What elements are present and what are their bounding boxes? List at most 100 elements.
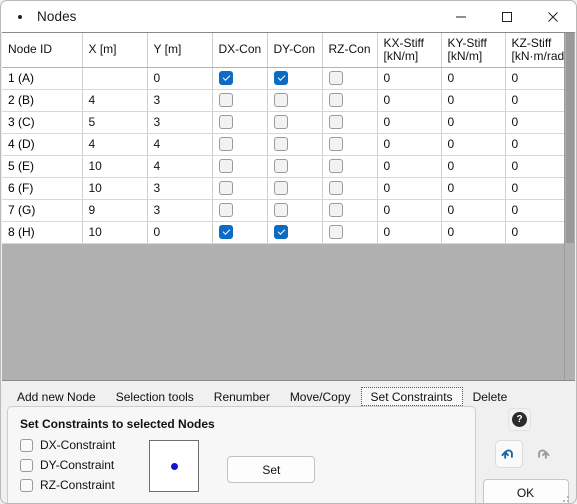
checkbox-unchecked-icon[interactable] [328,93,343,108]
row-kz-stiff-cell[interactable]: 0 [505,177,570,200]
row-dx-con-cell[interactable] [212,67,268,90]
minimize-icon[interactable] [438,1,484,32]
row-node-id[interactable]: 7 (G) [2,199,83,222]
checkbox-unchecked-icon[interactable] [218,181,233,196]
close-icon[interactable] [530,1,576,32]
row-x-cell[interactable]: 10 [82,155,148,178]
row-x-cell[interactable]: 9 [82,199,148,222]
checkbox-unchecked-icon[interactable] [218,93,233,108]
row-node-id[interactable]: 5 (E) [2,155,83,178]
row-rz-con-cell[interactable] [322,177,378,200]
table-row[interactable]: 6 (F) 10 3 0 0 0 [2,177,570,200]
row-y-cell[interactable]: 3 [147,177,213,200]
checkbox-unchecked-icon[interactable] [20,458,33,472]
checkbox-unchecked-icon[interactable] [328,225,343,240]
checkbox-unchecked-icon[interactable] [273,137,288,152]
checkbox-unchecked-icon[interactable] [218,159,233,174]
checkbox-checked-icon[interactable] [273,71,288,86]
row-y-cell[interactable]: 0 [147,221,213,244]
checkbox-unchecked-icon[interactable] [328,137,343,152]
row-dx-con-cell[interactable] [212,133,268,156]
row-rz-con-cell[interactable] [322,133,378,156]
row-kx-stiff-cell[interactable]: 0 [377,89,442,112]
column-header-kx-stiff[interactable]: KX-Stiff [kN/m] [377,33,442,68]
tab-selection-tools[interactable]: Selection tools [105,387,204,406]
checkbox-unchecked-icon[interactable] [20,478,33,492]
row-x-cell[interactable]: 5 [82,111,148,134]
undo-button[interactable] [494,440,523,468]
row-dx-con-cell[interactable] [212,89,268,112]
row-rz-con-cell[interactable] [322,221,378,244]
row-rz-con-cell[interactable] [322,155,378,178]
row-kx-stiff-cell[interactable]: 0 [377,155,442,178]
row-kz-stiff-cell[interactable]: 0 [505,133,570,156]
column-header-ky-stiff[interactable]: KY-Stiff [kN/m] [441,33,506,68]
row-kx-stiff-cell[interactable]: 0 [377,221,442,244]
constraint-option[interactable]: DY-Constraint [20,458,115,472]
row-dx-con-cell[interactable] [212,199,268,222]
row-node-id[interactable]: 4 (D) [2,133,83,156]
scrollbar-thumb[interactable] [566,33,574,243]
checkbox-unchecked-icon[interactable] [328,115,343,130]
row-rz-con-cell[interactable] [322,67,378,90]
row-kz-stiff-cell[interactable]: 0 [505,221,570,244]
tab-renumber[interactable]: Renumber [203,387,280,406]
row-x-cell[interactable]: 10 [82,177,148,200]
checkbox-unchecked-icon[interactable] [273,203,288,218]
checkbox-unchecked-icon[interactable] [328,159,343,174]
checkbox-checked-icon[interactable] [273,225,288,240]
checkbox-unchecked-icon[interactable] [273,181,288,196]
row-node-id[interactable]: 3 (C) [2,111,83,134]
row-kx-stiff-cell[interactable]: 0 [377,177,442,200]
row-kx-stiff-cell[interactable]: 0 [377,199,442,222]
row-y-cell[interactable]: 3 [147,89,213,112]
table-row[interactable]: 1 (A) 4 0 0 0 0 [2,67,570,90]
table-row[interactable]: 7 (G) 9 3 0 0 0 [2,199,570,222]
checkbox-unchecked-icon[interactable] [273,115,288,130]
row-node-id[interactable]: 8 (H) [2,221,83,244]
redo-button[interactable] [528,440,557,468]
row-dy-con-cell[interactable] [267,155,323,178]
checkbox-unchecked-icon[interactable] [218,137,233,152]
row-x-cell[interactable]: 10 [82,221,148,244]
help-button[interactable]: ? [508,408,531,431]
row-kz-stiff-cell[interactable]: 0 [505,199,570,222]
row-node-id[interactable]: 2 (B) [2,89,83,112]
row-y-cell[interactable]: 3 [147,111,213,134]
table-row[interactable]: 8 (H) 10 0 0 0 0 [2,221,570,244]
row-kx-stiff-cell[interactable]: 0 [377,133,442,156]
checkbox-unchecked-icon[interactable] [328,181,343,196]
row-x-cell[interactable]: 4 [82,89,148,112]
set-button[interactable]: Set [227,456,316,483]
row-y-cell[interactable]: 0 [147,67,213,90]
row-kz-stiff-cell[interactable]: 0 [505,155,570,178]
row-ky-stiff-cell[interactable]: 0 [441,177,506,200]
checkbox-unchecked-icon[interactable] [20,438,33,452]
row-x-cell[interactable]: 4 [82,67,148,90]
tab-set-constraints[interactable]: Set Constraints [360,387,463,406]
column-header-rz-con[interactable]: RZ-Con [322,33,378,68]
row-ky-stiff-cell[interactable]: 0 [441,111,506,134]
constraint-option[interactable]: DX-Constraint [20,438,115,452]
row-rz-con-cell[interactable] [322,89,378,112]
checkbox-unchecked-icon[interactable] [218,203,233,218]
row-kz-stiff-cell[interactable]: 0 [505,67,570,90]
row-ky-stiff-cell[interactable]: 0 [441,133,506,156]
row-kx-stiff-cell[interactable]: 0 [377,111,442,134]
row-y-cell[interactable]: 3 [147,199,213,222]
table-row[interactable]: 3 (C) 5 3 0 0 0 [2,111,570,134]
row-kz-stiff-cell[interactable]: 0 [505,111,570,134]
table-row[interactable]: 5 (E) 10 4 0 0 0 [2,155,570,178]
checkbox-unchecked-icon[interactable] [328,71,343,86]
table-row[interactable]: 2 (B) 4 3 0 0 0 [2,89,570,112]
row-dy-con-cell[interactable] [267,199,323,222]
row-dx-con-cell[interactable] [212,111,268,134]
row-ky-stiff-cell[interactable]: 0 [441,89,506,112]
row-ky-stiff-cell[interactable]: 0 [441,67,506,90]
maximize-icon[interactable] [484,1,530,32]
row-kx-stiff-cell[interactable]: 0 [377,67,442,90]
column-header-node-id[interactable]: Node ID [2,33,83,68]
row-dx-con-cell[interactable] [212,221,268,244]
checkbox-unchecked-icon[interactable] [273,93,288,108]
tab-delete[interactable]: Delete [462,387,518,406]
